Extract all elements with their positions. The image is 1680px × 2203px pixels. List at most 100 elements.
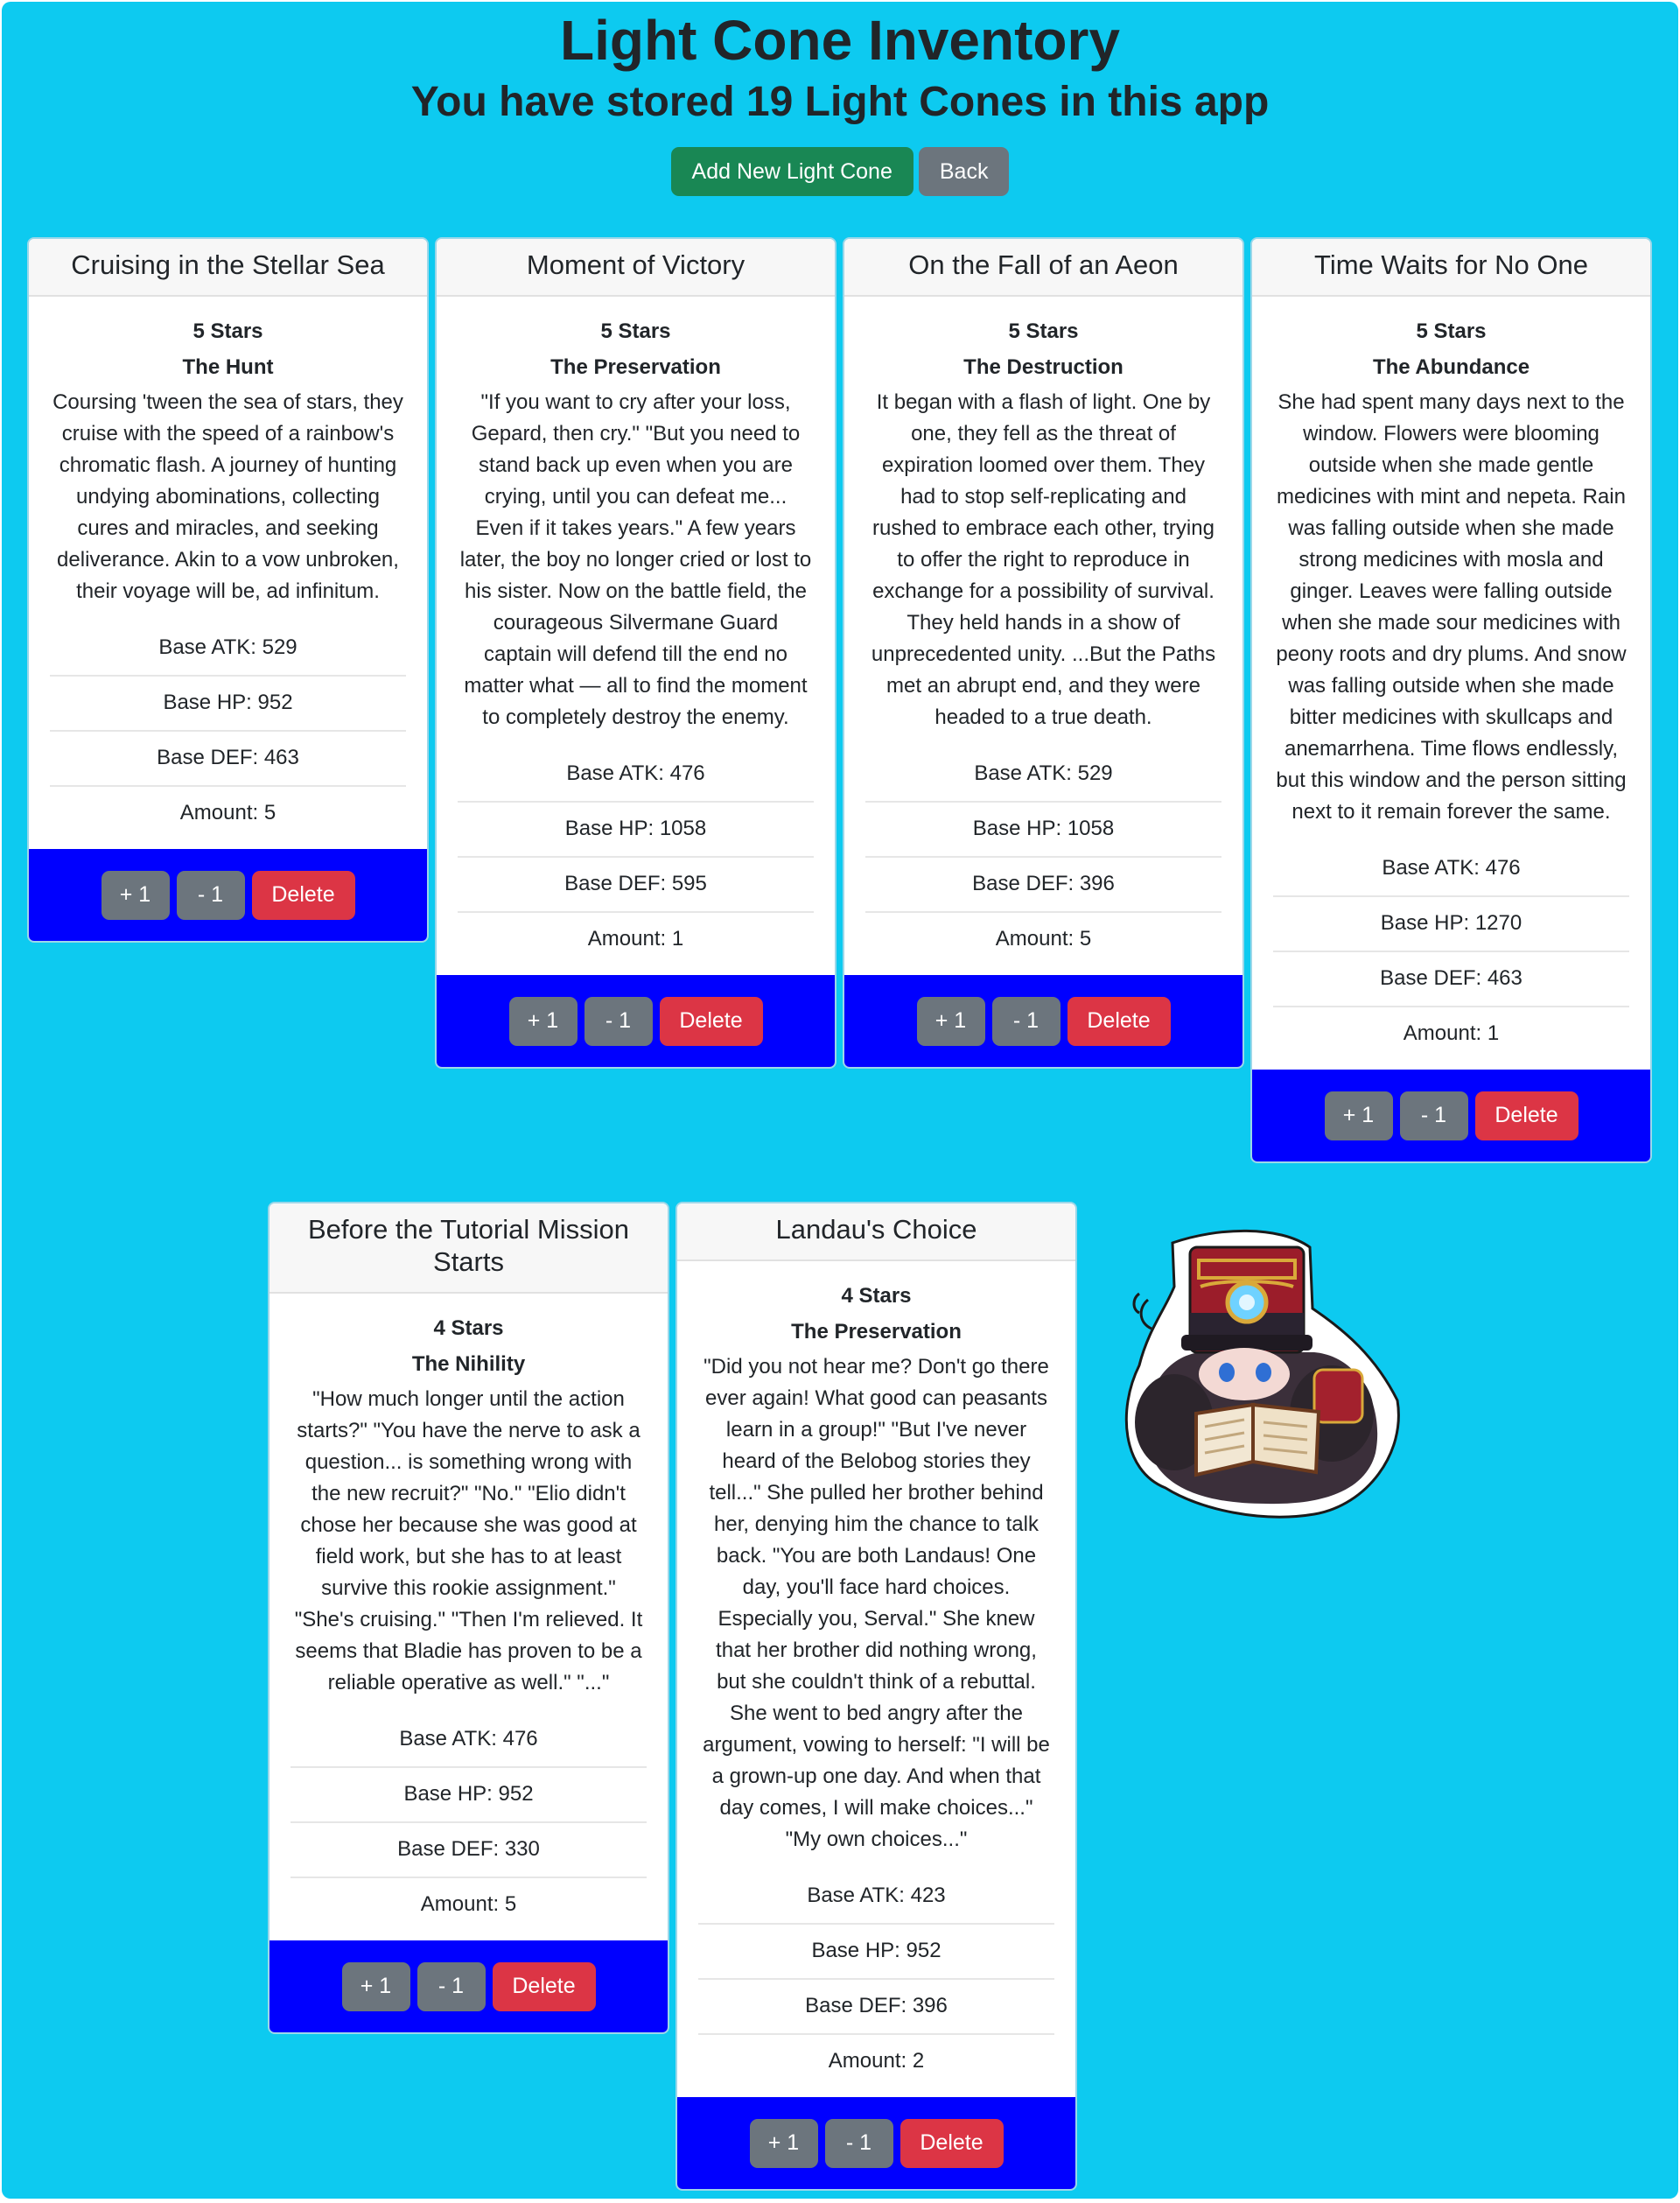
increment-button[interactable]: + 1 xyxy=(341,1961,410,2011)
decrement-button[interactable]: - 1 xyxy=(176,870,245,920)
delete-button[interactable]: Delete xyxy=(659,996,763,1046)
card-body: 5 Stars The Abundance She had spent many… xyxy=(1252,297,1650,1070)
card-description: "Did you not hear me? Don't go there eve… xyxy=(703,1355,1050,1851)
stats-list: Base ATK: 476 Base HP: 1270 Base DEF: 46… xyxy=(1273,842,1629,1061)
path-label: The Preservation xyxy=(791,1320,962,1344)
card-title: Time Waits for No One xyxy=(1252,239,1650,297)
light-cone-card: Landau's Choice 4 Stars The Preservation… xyxy=(676,1202,1077,2191)
conductor-reading-sticker-image xyxy=(1124,1229,1400,1519)
card-description: "How much longer until the action starts… xyxy=(294,1387,643,1694)
amount: Amount: 5 xyxy=(995,927,1092,951)
delete-button[interactable]: Delete xyxy=(1067,996,1171,1046)
base-def: Base DEF: 396 xyxy=(865,858,1222,913)
base-atk: Base ATK: 529 xyxy=(865,747,1222,803)
path-label: The Abundance xyxy=(1372,355,1530,379)
card-description: Coursing 'tween the sea of stars, they c… xyxy=(52,390,403,603)
light-cone-card: Time Waits for No One 5 Stars The Abunda… xyxy=(1250,237,1652,1163)
card-footer: + 1 - 1 Delete xyxy=(437,975,835,1067)
delete-button[interactable]: Delete xyxy=(492,1961,596,2011)
increment-button[interactable]: + 1 xyxy=(508,996,578,1046)
rarity-label: 5 Stars xyxy=(1008,319,1079,343)
rarity-label: 5 Stars xyxy=(1416,319,1487,343)
stored-count: 19 xyxy=(746,79,794,125)
card-footer: + 1 - 1 Delete xyxy=(1252,1070,1650,1161)
stats-list: Base ATK: 529 Base HP: 1058 Base DEF: 39… xyxy=(865,747,1222,966)
amount: Amount: 5 xyxy=(179,801,276,824)
subtitle-prefix: You have stored xyxy=(410,79,746,125)
card-body: 5 Stars The Destruction It began with a … xyxy=(844,297,1242,975)
path-label: The Destruction xyxy=(963,355,1124,379)
card-description: "If you want to cry after your loss, Gep… xyxy=(459,390,812,729)
amount: Amount: 5 xyxy=(420,1892,517,1916)
stats-list: Base ATK: 529 Base HP: 952 Base DEF: 463… xyxy=(50,621,406,840)
card-footer: + 1 - 1 Delete xyxy=(29,849,427,941)
base-hp: Base HP: 1058 xyxy=(865,803,1222,858)
card-footer: + 1 - 1 Delete xyxy=(677,2097,1075,2189)
page-title: Light Cone Inventory xyxy=(560,9,1120,72)
base-hp: Base HP: 1058 xyxy=(458,803,814,858)
rarity-label: 4 Stars xyxy=(841,1284,912,1308)
card-title: On the Fall of an Aeon xyxy=(844,239,1242,297)
base-hp: Base HP: 952 xyxy=(50,677,406,732)
amount: Amount: 1 xyxy=(1403,1021,1500,1045)
stats-list: Base ATK: 423 Base HP: 952 Base DEF: 396… xyxy=(698,1870,1054,2088)
decrement-button[interactable]: - 1 xyxy=(1399,1091,1468,1140)
increment-button[interactable]: + 1 xyxy=(916,996,985,1046)
stats-list: Base ATK: 476 Base HP: 1058 Base DEF: 59… xyxy=(458,747,814,966)
card-footer: + 1 - 1 Delete xyxy=(844,975,1242,1067)
decrement-button[interactable]: - 1 xyxy=(584,996,653,1046)
page-subtitle: You have stored 19 Light Cones in this a… xyxy=(2,77,1678,128)
stats-list: Base ATK: 476 Base HP: 952 Base DEF: 330… xyxy=(290,1713,647,1932)
base-atk: Base ATK: 476 xyxy=(1273,842,1629,897)
delete-button[interactable]: Delete xyxy=(900,2118,1004,2168)
base-atk: Base ATK: 529 xyxy=(50,621,406,677)
path-label: The Nihility xyxy=(411,1352,526,1376)
top-actions: Add New Light Cone Back xyxy=(2,147,1678,196)
decrement-button[interactable]: - 1 xyxy=(416,1961,486,2011)
delete-button[interactable]: Delete xyxy=(251,870,355,920)
light-cone-card: Before the Tutorial Mission Starts 4 Sta… xyxy=(268,1202,669,2034)
card-body: 4 Stars The Nihility "How much longer un… xyxy=(270,1294,668,1940)
base-atk: Base ATK: 423 xyxy=(698,1870,1054,1925)
card-body: 5 Stars The Hunt Coursing 'tween the sea… xyxy=(29,297,427,849)
base-def: Base DEF: 330 xyxy=(290,1823,647,1878)
rarity-label: 5 Stars xyxy=(600,319,671,343)
base-atk: Base ATK: 476 xyxy=(458,747,814,803)
add-light-cone-button[interactable]: Add New Light Cone xyxy=(670,147,914,196)
increment-button[interactable]: + 1 xyxy=(1324,1091,1393,1140)
decrement-button[interactable]: - 1 xyxy=(991,996,1060,1046)
amount: Amount: 2 xyxy=(828,2049,925,2073)
card-description: She had spent many days next to the wind… xyxy=(1276,390,1627,824)
base-def: Base DEF: 463 xyxy=(50,732,406,787)
card-body: 5 Stars The Preservation "If you want to… xyxy=(437,297,835,975)
light-cone-card: Cruising in the Stellar Sea 5 Stars The … xyxy=(27,237,429,943)
path-label: The Hunt xyxy=(182,355,274,379)
inventory-panel: Light Cone Inventory You have stored 19 … xyxy=(2,2,1678,2199)
base-hp: Base HP: 952 xyxy=(698,1925,1054,1980)
base-hp: Base HP: 1270 xyxy=(1273,897,1629,952)
card-title: Cruising in the Stellar Sea xyxy=(29,239,427,297)
base-hp: Base HP: 952 xyxy=(290,1768,647,1823)
card-title: Moment of Victory xyxy=(437,239,835,297)
light-cone-card: On the Fall of an Aeon 5 Stars The Destr… xyxy=(843,237,1244,1069)
card-title: Before the Tutorial Mission Starts xyxy=(270,1203,668,1294)
rarity-label: 5 Stars xyxy=(192,319,263,343)
subtitle-suffix: Light Cones in this app xyxy=(793,79,1270,125)
card-body: 4 Stars The Preservation "Did you not he… xyxy=(677,1261,1075,2097)
card-footer: + 1 - 1 Delete xyxy=(270,1940,668,2032)
decrement-button[interactable]: - 1 xyxy=(824,2118,893,2168)
base-def: Base DEF: 595 xyxy=(458,858,814,913)
amount: Amount: 1 xyxy=(587,927,684,951)
path-label: The Preservation xyxy=(550,355,721,379)
rarity-label: 4 Stars xyxy=(433,1316,504,1340)
card-title: Landau's Choice xyxy=(677,1203,1075,1261)
light-cone-card: Moment of Victory 5 Stars The Preservati… xyxy=(435,237,836,1069)
back-button[interactable]: Back xyxy=(918,147,1010,196)
increment-button[interactable]: + 1 xyxy=(749,2118,818,2168)
delete-button[interactable]: Delete xyxy=(1474,1091,1578,1140)
increment-button[interactable]: + 1 xyxy=(101,870,170,920)
base-def: Base DEF: 396 xyxy=(698,1980,1054,2035)
base-def: Base DEF: 463 xyxy=(1273,952,1629,1007)
card-description: It began with a flash of light. One by o… xyxy=(871,390,1216,729)
base-atk: Base ATK: 476 xyxy=(290,1713,647,1768)
